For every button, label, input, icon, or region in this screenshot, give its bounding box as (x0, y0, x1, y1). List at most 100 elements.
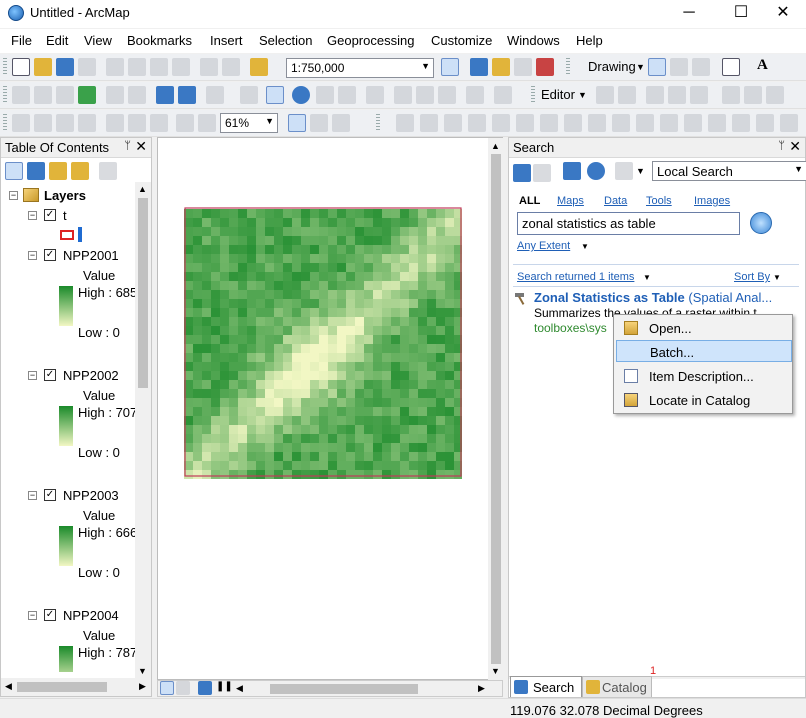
toolbar-grip[interactable] (3, 58, 7, 76)
straight-segment-icon[interactable] (646, 86, 664, 104)
data-view-icon[interactable] (160, 681, 174, 695)
menu-item-locate[interactable]: Locate in Catalog (616, 389, 792, 411)
fixed-zoom-in-layout-icon[interactable] (128, 114, 146, 132)
layer-name-npp2003[interactable]: NPP2003 (63, 488, 119, 503)
search-icon[interactable] (750, 212, 772, 234)
toolbar-grip[interactable] (566, 58, 570, 76)
delete-icon[interactable] (172, 58, 190, 76)
cut-polygons-icon[interactable] (766, 86, 784, 104)
layout-pan-icon[interactable] (56, 114, 74, 132)
pin-icon[interactable]: ᛘ (778, 140, 785, 152)
focus-data-frame-icon[interactable] (310, 114, 328, 132)
arctoolbox-icon[interactable] (536, 58, 554, 76)
layer-visibility-checkbox[interactable]: ✓ (44, 609, 56, 621)
menu-item-open[interactable]: Open... (616, 317, 792, 339)
layout-vertical-scrollbar[interactable]: ▲ ▼ (488, 138, 503, 681)
toc-horizontal-scrollbar[interactable]: ◀ ▶ (1, 678, 151, 696)
zoom-100-icon[interactable] (106, 114, 124, 132)
toolbar-grip[interactable] (531, 86, 535, 104)
menu-customize[interactable]: Customize (431, 33, 492, 48)
toc-close-button[interactable]: ✕ (135, 138, 147, 155)
back-arrow-icon[interactable] (156, 86, 174, 104)
rectangle-icon[interactable] (722, 58, 740, 76)
trace-icon[interactable] (690, 86, 708, 104)
align-left-icon[interactable] (564, 114, 582, 132)
collapse-icon[interactable]: − (28, 371, 37, 380)
toggle-draft-mode-icon[interactable] (288, 114, 306, 132)
maximize-button[interactable]: ☐ (718, 2, 764, 26)
edit-vertices-icon[interactable] (722, 86, 740, 104)
layout-view-icon[interactable] (176, 681, 190, 695)
npp-raster-map[interactable] (184, 207, 462, 479)
extent-filter-link[interactable]: Any Extent (517, 240, 570, 252)
search-input[interactable]: zonal statistics as table (517, 212, 740, 235)
toolbar-grip[interactable] (376, 114, 380, 132)
zoom-in-icon[interactable] (12, 86, 30, 104)
forward-arrow-icon[interactable] (533, 164, 551, 182)
color-ramp-symbol[interactable] (59, 526, 73, 566)
scroll-left-icon[interactable]: ◀ (5, 681, 12, 692)
filter-images[interactable]: Images (694, 195, 730, 207)
filter-data[interactable]: Data (604, 195, 627, 207)
new-document-icon[interactable] (12, 58, 30, 76)
align-center-icon[interactable] (588, 114, 606, 132)
add-data-icon[interactable] (250, 58, 268, 76)
results-count-link[interactable]: Search returned 1 items (517, 271, 634, 283)
data-frame-label[interactable]: Layers (44, 188, 86, 203)
distribute-horizontally-icon[interactable] (708, 114, 726, 132)
scroll-thumb[interactable] (270, 684, 418, 694)
make-same-size-icon[interactable] (756, 114, 774, 132)
polygon-symbol[interactable] (60, 230, 74, 240)
reshape-icon[interactable] (744, 86, 762, 104)
distribute-vertically-icon[interactable] (732, 114, 750, 132)
group-icon[interactable] (420, 114, 438, 132)
collapse-icon[interactable]: − (28, 491, 37, 500)
edit-tool-icon[interactable] (596, 86, 614, 104)
bring-forward-icon[interactable] (516, 114, 534, 132)
time-slider-icon[interactable] (466, 86, 484, 104)
menu-edit[interactable]: Edit (46, 33, 68, 48)
search-options-icon[interactable] (615, 162, 633, 180)
redo-icon[interactable] (222, 58, 240, 76)
result-title-link[interactable]: Zonal Statistics as Table (534, 290, 685, 305)
find-route-icon[interactable] (416, 86, 434, 104)
list-by-source-icon[interactable] (27, 162, 45, 180)
sort-by-link[interactable]: Sort By (734, 271, 770, 283)
search-close-button[interactable]: ✕ (789, 138, 801, 155)
refresh-icon[interactable] (198, 681, 212, 695)
search-result-title-row[interactable]: Zonal Statistics as Table (Spatial Anal.… (534, 290, 804, 305)
fixed-zoom-out-icon[interactable] (128, 86, 146, 104)
next-extent-icon[interactable] (198, 114, 216, 132)
filter-all[interactable]: ALL (519, 195, 540, 207)
bring-to-front-icon[interactable] (468, 114, 486, 132)
collapse-icon[interactable]: − (9, 191, 18, 200)
scroll-right-icon[interactable]: ▶ (478, 683, 485, 694)
scroll-down-icon[interactable]: ▼ (138, 666, 147, 676)
identify-icon[interactable] (292, 86, 310, 104)
scroll-up-icon[interactable]: ▲ (138, 184, 147, 194)
html-popup-icon[interactable] (338, 86, 356, 104)
close-button[interactable]: ✕ (760, 2, 806, 26)
catalog-tab[interactable]: Catalog (582, 676, 652, 697)
zoom-whole-page-icon[interactable] (692, 58, 710, 76)
layout-view[interactable]: ▲ ▼ (157, 137, 503, 681)
layer-name-npp2001[interactable]: NPP2001 (63, 248, 119, 263)
collapse-icon[interactable]: − (28, 611, 37, 620)
color-ramp-symbol[interactable] (59, 286, 73, 326)
fixed-zoom-out-layout-icon[interactable] (150, 114, 168, 132)
create-viewer-window-icon[interactable] (494, 86, 512, 104)
color-ramp-symbol[interactable] (59, 646, 73, 672)
home-icon[interactable] (563, 162, 581, 180)
scroll-thumb[interactable] (17, 682, 107, 692)
layer-visibility-checkbox[interactable]: ✓ (44, 369, 56, 381)
color-ramp-symbol[interactable] (59, 406, 73, 446)
text-tool[interactable]: A (757, 57, 768, 74)
menu-geoprocessing[interactable]: Geoprocessing (327, 33, 414, 48)
ungroup-icon[interactable] (444, 114, 462, 132)
toolbar-grip[interactable] (3, 114, 7, 132)
search-scope-combo[interactable]: Local Search ▼ (652, 161, 806, 181)
fit-to-margins-icon[interactable] (780, 114, 798, 132)
table-of-contents-icon[interactable] (470, 58, 488, 76)
editor-menu[interactable]: Editor (541, 87, 575, 102)
list-by-visibility-icon[interactable] (49, 162, 67, 180)
